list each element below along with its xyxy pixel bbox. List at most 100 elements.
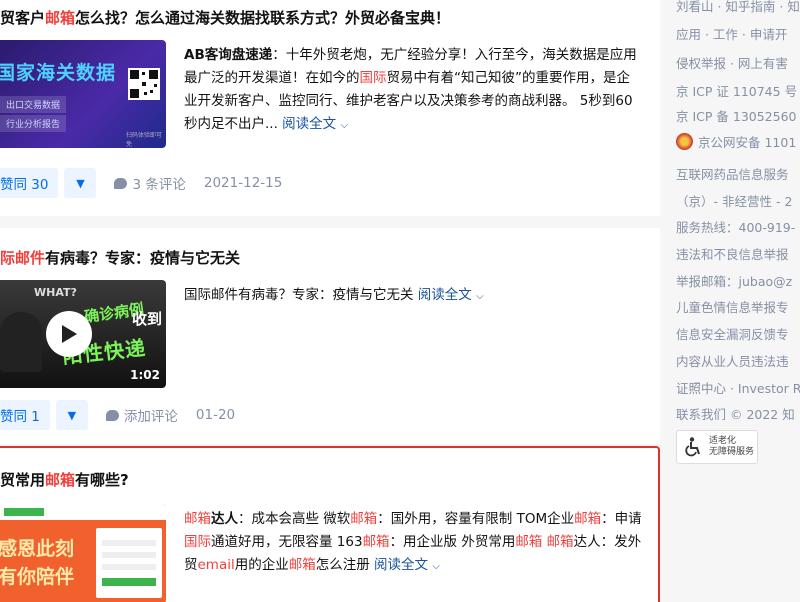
service-hotline: 服务热线：400-919- (676, 220, 796, 235)
public-security-record[interactable]: 京公网安备 1101 (676, 133, 797, 152)
excerpt-highlight: 邮箱 (362, 534, 390, 550)
title-highlight: 际邮件 (0, 249, 46, 267)
thumb-title: 国家海关数据 (0, 62, 117, 84)
thumb-logo (4, 508, 44, 516)
card-excerpt[interactable]: 国际邮件有病毒？专家：疫情与它无关 阅读全文 ⌵ (184, 284, 642, 308)
feed-card: 贸客户邮箱怎么找？怎么通过海关数据找联系方式？外贸必备宝典！ 国家海关数据 出口… (0, 0, 660, 216)
comment-icon (114, 177, 128, 189)
chevron-down-icon: ⌵ (432, 561, 440, 572)
non-commercial-label: （京）- 非经营性 - 2 (676, 194, 793, 209)
triangle-down-icon: ▼ (67, 408, 77, 422)
thumb-login-panel (96, 528, 162, 598)
triangle-down-icon: ▼ (76, 176, 85, 190)
footer-links[interactable]: 刘看山 · 知乎指南 · 知 (676, 0, 800, 16)
feed-card: 际邮件有病毒？专家：疫情与它无关 WHAT? 确诊病例 收到 阳性快递 1:02… (0, 228, 660, 444)
excerpt-highlight: 邮箱 (574, 511, 602, 527)
sidebar-footer: 刘看山 · 知乎指南 · 知 应用 · 工作 · 申请开 侵权举报 · 网上有害… (660, 0, 800, 602)
read-more-label: 阅读全文 (282, 116, 337, 132)
read-more-label: 阅读全文 (374, 557, 429, 573)
excerpt-text: 通道好用，无限容量 163 (211, 534, 363, 550)
upvote-button[interactable]: 赞同 1 (0, 400, 50, 430)
certificates-link[interactable]: 证照中心 · Investor R (676, 380, 800, 398)
downvote-button[interactable]: ▼ (55, 400, 88, 430)
thumb-caption: 扫码体验即可免 (126, 132, 163, 148)
thumb-header (0, 504, 166, 520)
footer-links[interactable]: 侵权举报 · 网上有害 (676, 55, 788, 73)
public-security-text: 京公网安备 1101 (698, 135, 797, 150)
card-actions: 赞同 1 ▼ 添加评论 01-20 (0, 400, 235, 430)
excerpt-highlight: 国际 (184, 534, 211, 550)
qr-code-icon (128, 68, 160, 100)
footer-links[interactable]: 应用 · 工作 · 申请开 (676, 26, 787, 44)
play-icon[interactable] (46, 311, 92, 357)
feed-card-selected: 贸常用邮箱有哪些? 感恩此刻 有你陪伴 邮箱达人：成本会高些 微软邮箱：国外用，… (0, 446, 660, 602)
excerpt-highlight: 邮箱 (288, 557, 316, 573)
report-email[interactable]: 举报邮箱：jubao@z (676, 273, 792, 291)
excerpt-highlight: 国际 (359, 70, 387, 86)
security-feedback-link[interactable]: 信息安全漏洞反馈专 (676, 326, 789, 344)
card-title[interactable]: 贸常用邮箱有哪些? (0, 470, 129, 490)
video-caption: WHAT? (34, 286, 77, 299)
title-text: 有哪些? (75, 471, 129, 489)
excerpt-bold: 达人 (211, 511, 238, 527)
card-excerpt[interactable]: 邮箱达人：成本会高些 微软邮箱：国外用，容量有限制 TOM企业邮箱：申请国际通道… (184, 508, 642, 578)
excerpt-text: ：申请 (601, 511, 642, 527)
chevron-down-icon: ⌵ (476, 291, 484, 302)
video-duration: 1:02 (130, 368, 160, 382)
read-more-link[interactable]: 阅读全文 ⌵ (282, 116, 348, 132)
thumb-line: 出口交易数据 (0, 96, 67, 113)
contact-copyright[interactable]: 联系我们 © 2022 知 (676, 406, 795, 424)
thumb-caption: 感恩此刻 (0, 538, 75, 560)
excerpt-text: ：用企业版 外贸常用 (389, 534, 516, 550)
card-title[interactable]: 贸客户邮箱怎么找？怎么通过海关数据找联系方式？外贸必备宝典！ (0, 8, 450, 28)
card-thumbnail[interactable]: 感恩此刻 有你陪伴 (0, 504, 166, 602)
title-text: 有病毒？专家：疫情与它无关 (45, 249, 241, 267)
elder-accessibility-button[interactable]: 适老化 无障碍服务 (676, 430, 758, 464)
title-text: 怎么找？怎么通过海关数据找联系方式？外贸必备宝典！ (75, 9, 451, 27)
comments-button[interactable]: 3 条评论 (114, 173, 186, 193)
excerpt-text: 用的企业 (234, 557, 289, 573)
card-thumbnail[interactable]: 国家海关数据 出口交易数据 行业分析报告 扫码体验即可免 (0, 40, 166, 148)
police-emblem-icon (676, 133, 693, 150)
post-date: 01-20 (195, 407, 236, 423)
upvote-label: 赞同 30 (0, 177, 49, 193)
upvote-button[interactable]: 赞同 30 (0, 168, 59, 198)
title-highlight: 邮箱 (45, 9, 76, 27)
comment-icon (105, 409, 119, 421)
excerpt-highlight: 邮箱 (515, 534, 543, 550)
excerpt-text: ：成本会高些 微软 (238, 511, 351, 527)
report-illegal-link[interactable]: 违法和不良信息举报 (676, 246, 789, 264)
read-more-link[interactable]: 阅读全文 ⌵ (418, 287, 484, 303)
excerpt-highlight: email (197, 557, 235, 573)
chevron-down-icon: ⌵ (340, 120, 349, 131)
downvote-button[interactable]: ▼ (64, 168, 97, 198)
drug-info-license[interactable]: 互联网药品信息服务 (676, 166, 789, 184)
thumb-caption: 有你陪伴 (0, 566, 75, 588)
post-date: 2021-12-15 (203, 175, 283, 191)
staff-report-link[interactable]: 内容从业人员违法违 (676, 353, 789, 371)
video-thumbnail[interactable]: WHAT? 确诊病例 收到 阳性快递 1:02 (0, 280, 166, 388)
excerpt-author: AB客询盘速递 (184, 47, 273, 63)
title-text: 贸客户 (0, 9, 46, 27)
excerpt-text: 国际邮件有病毒？专家：疫情与它无关 (184, 287, 414, 303)
comments-button[interactable]: 添加评论 (105, 405, 178, 425)
child-report-link[interactable]: 儿童色情信息举报专 (676, 299, 789, 317)
elder-badge-line: 适老化 (709, 436, 737, 446)
thumb-line: 行业分析报告 (0, 115, 67, 132)
icp-license[interactable]: 京 ICP 证 110745 号 (676, 83, 797, 101)
title-text: 贸常用 (0, 471, 46, 489)
upvote-label: 赞同 1 (0, 409, 40, 425)
card-excerpt[interactable]: AB客询盘速递：十年外贸老炮，无广经验分享！入行至今，海关数据是应用最广泛的开发… (184, 44, 642, 137)
read-more-link[interactable]: 阅读全文 ⌵ (374, 557, 440, 573)
elder-badge-text: 适老化 无障碍服务 (709, 436, 754, 458)
excerpt-highlight: 邮箱 (184, 511, 211, 527)
feed: 贸客户邮箱怎么找？怎么通过海关数据找联系方式？外贸必备宝典！ 国家海关数据 出口… (0, 0, 660, 602)
excerpt-highlight: 邮箱 (350, 511, 378, 527)
card-title[interactable]: 际邮件有病毒？专家：疫情与它无关 (0, 248, 240, 268)
icp-record[interactable]: 京 ICP 备 13052560 (676, 108, 797, 126)
card-actions: 赞同 30 ▼ 3 条评论 2021-12-15 (0, 168, 282, 198)
excerpt-highlight: 邮箱 (546, 534, 574, 550)
video-caption: 收到 (132, 310, 163, 328)
title-highlight: 邮箱 (45, 471, 76, 489)
read-more-label: 阅读全文 (417, 287, 472, 303)
